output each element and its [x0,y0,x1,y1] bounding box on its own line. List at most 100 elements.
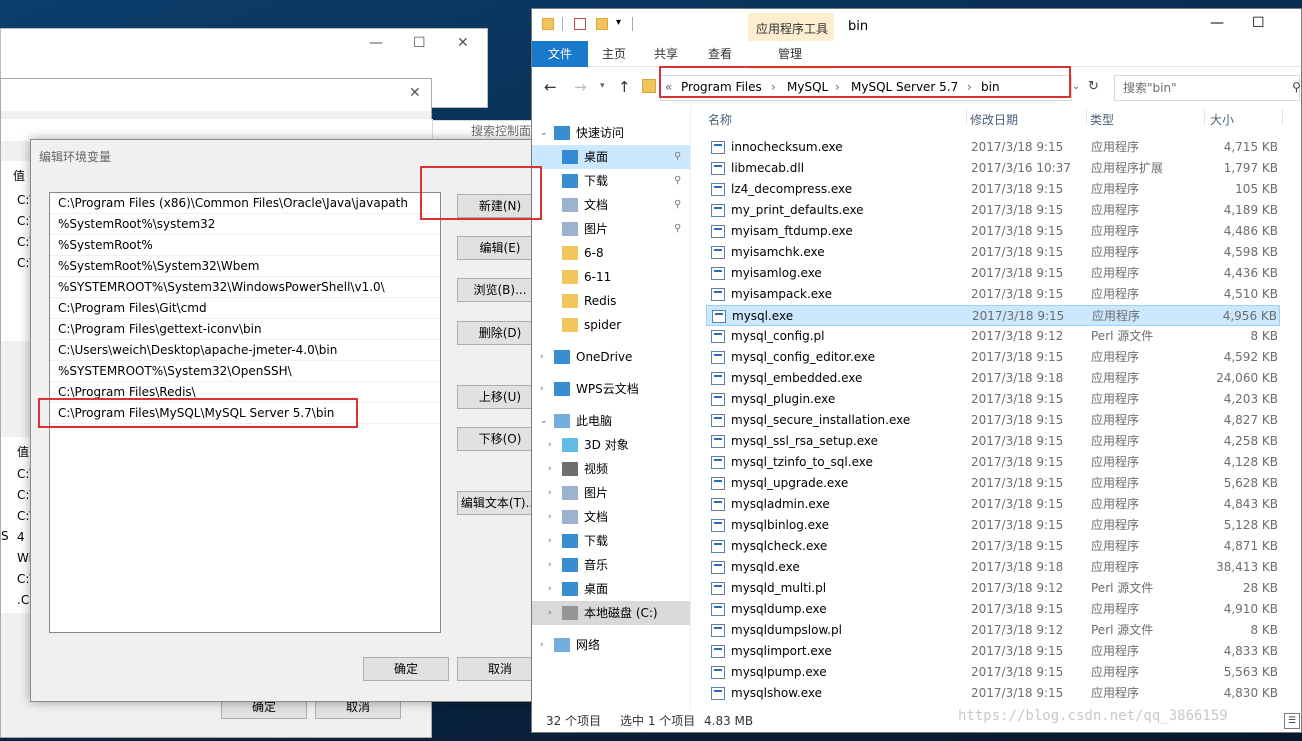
file-row[interactable]: mysql_embedded.exe 2017/3/18 9:18 应用程序 24,0… [706,368,1280,389]
chevron-right-icon[interactable]: › [548,577,552,601]
file-row[interactable]: mysql.exe 2017/3/18 9:15 应用程序 4,956 KB [706,305,1280,326]
file-row[interactable]: myisamchk.exe 2017/3/18 9:15 应用程序 4,598 KB [706,242,1280,263]
path-entry[interactable]: C:\Program Files\Git\cmd [50,298,440,319]
sidebar-item[interactable]: 6-8 [532,241,690,265]
chevron-right-icon[interactable]: › [548,481,552,505]
back-arrow-icon[interactable]: ← [544,78,557,96]
chevron-down-icon[interactable]: ⌄ [1072,81,1080,92]
path-entry[interactable]: %SYSTEMROOT%\System32\WindowsPowerShell\… [50,277,440,298]
chevron-right-icon[interactable]: › [548,433,552,457]
file-row[interactable]: mysql_config.pl 2017/3/18 9:12 Perl 源文件 8 K… [706,326,1280,347]
column-header-name[interactable]: 名称 [708,111,732,128]
file-row[interactable]: mysql_config_editor.exe 2017/3/18 9:15 应用程… [706,347,1280,368]
file-row[interactable]: mysqld.exe 2017/3/18 9:18 应用程序 38,413 KB [706,557,1280,578]
sidebar-item[interactable]: Redis [532,289,690,313]
path-entry[interactable]: C:\Program Files\gettext-iconv\bin [50,319,440,340]
sidebar-item[interactable]: › 本地磁盘 (C:) [532,601,690,625]
tab-view[interactable]: 查看 [708,41,732,67]
tab-share[interactable]: 共享 [654,41,678,67]
path-entry[interactable]: %SYSTEMROOT%\System32\OpenSSH\ [50,361,440,382]
search-icon[interactable]: ⚲ [1292,80,1301,94]
file-row[interactable]: mysqlcheck.exe 2017/3/18 9:15 应用程序 4,871 KB [706,536,1280,557]
sidebar-item[interactable]: › 图片 [532,481,690,505]
refresh-icon[interactable]: ↻ [1088,79,1099,94]
sidebar-item[interactable]: spider [532,313,690,337]
sidebar-item[interactable]: › OneDrive [532,345,690,369]
file-row[interactable]: mysql_secure_installation.exe 2017/3/18 9… [706,410,1280,431]
column-header-date[interactable]: 修改日期 [970,111,1018,128]
sidebar-item[interactable]: ⌄ 此电脑 [532,409,690,433]
chevron-down-icon[interactable]: ⌄ [540,409,548,433]
path-entry[interactable]: %SystemRoot%\system32 [50,214,440,235]
file-row[interactable]: my_print_defaults.exe 2017/3/18 9:15 应用程序 4… [706,200,1280,221]
file-row[interactable]: mysqldump.exe 2017/3/18 9:15 应用程序 4,910 KB [706,599,1280,620]
chevron-down-icon[interactable]: ▾ [616,17,621,28]
file-row[interactable]: mysql_ssl_rsa_setup.exe 2017/3/18 9:15 应用程… [706,431,1280,452]
maximize-icon[interactable]: ☐ [413,35,426,51]
chevron-down-icon[interactable]: ⌄ [540,121,548,145]
chevron-right-icon[interactable]: › [548,457,552,481]
search-input[interactable]: 搜索"bin" [1114,75,1300,101]
sidebar-item[interactable]: › 视频 [532,457,690,481]
minimize-icon[interactable]: — [1210,15,1224,31]
file-row[interactable]: myisamlog.exe 2017/3/18 9:15 应用程序 4,436 KB [706,263,1280,284]
file-size: 4,830 KB [1223,686,1278,700]
sidebar-item[interactable]: › 下载 [532,529,690,553]
sidebar-item[interactable]: › 文档 [532,505,690,529]
ok-button[interactable]: 确定 [363,657,449,681]
file-row[interactable]: innochecksum.exe 2017/3/18 9:15 应用程序 4,715 … [706,137,1280,158]
sidebar-item[interactable]: 桌面 ⚲ [532,145,690,169]
forward-arrow-icon[interactable]: → [574,78,587,96]
sidebar-item[interactable]: › WPS云文档 [532,377,690,401]
close-icon[interactable]: ✕ [457,35,469,51]
sidebar-item[interactable]: 下载 ⚲ [532,169,690,193]
chevron-right-icon[interactable]: › [540,377,544,401]
chevron-right-icon[interactable]: › [548,505,552,529]
sidebar-item[interactable]: › 网络 [532,633,690,657]
minimize-icon[interactable]: — [369,35,383,51]
path-entry[interactable]: %SystemRoot% [50,235,440,256]
file-row[interactable]: mysqlshow.exe 2017/3/18 9:15 应用程序 4,830 KB [706,683,1280,704]
path-entry[interactable]: %SystemRoot%\System32\Wbem [50,256,440,277]
file-row[interactable]: mysqladmin.exe 2017/3/18 9:15 应用程序 4,843 KB [706,494,1280,515]
file-row[interactable]: mysqldumpslow.pl 2017/3/18 9:12 Perl 源文件 8 … [706,620,1280,641]
file-row[interactable]: mysql_plugin.exe 2017/3/18 9:15 应用程序 4,203 … [706,389,1280,410]
properties-icon[interactable] [574,18,586,30]
maximize-icon[interactable]: ☐ [1252,15,1265,31]
file-row[interactable]: libmecab.dll 2017/3/16 10:37 应用程序扩展 1,797 K… [706,158,1280,179]
column-header-size[interactable]: 大小 [1210,111,1234,128]
up-arrow-icon[interactable]: ↑ [618,78,631,96]
file-row[interactable]: myisampack.exe 2017/3/18 9:15 应用程序 4,510 KB [706,284,1280,305]
chevron-down-icon[interactable]: ▾ [600,81,605,91]
cloud-icon [554,382,570,396]
file-row[interactable]: mysqlimport.exe 2017/3/18 9:15 应用程序 4,833 K… [706,641,1280,662]
file-row[interactable]: mysql_tzinfo_to_sql.exe 2017/3/18 9:15 应用程… [706,452,1280,473]
column-header-type[interactable]: 类型 [1090,111,1114,128]
file-row[interactable]: mysqlpump.exe 2017/3/18 9:15 应用程序 5,563 KB [706,662,1280,683]
new-folder-icon[interactable] [596,18,608,30]
file-row[interactable]: mysqlbinlog.exe 2017/3/18 9:15 应用程序 5,128 K… [706,515,1280,536]
path-entry[interactable]: C:\Program Files (x86)\Common Files\Orac… [50,193,440,214]
file-row[interactable]: lz4_decompress.exe 2017/3/18 9:15 应用程序 105 … [706,179,1280,200]
path-entry[interactable]: C:\Users\weich\Desktop\apache-jmeter-4.0… [50,340,440,361]
file-row[interactable]: mysqld_multi.pl 2017/3/18 9:12 Perl 源文件 28 … [706,578,1280,599]
sidebar-item[interactable]: 6-11 [532,265,690,289]
edit-text-button[interactable]: 编辑文本(T)... [457,491,541,515]
chevron-right-icon[interactable]: › [540,345,544,369]
sidebar-item[interactable]: › 桌面 [532,577,690,601]
sidebar-item[interactable]: › 3D 对象 [532,433,690,457]
sidebar-item[interactable]: 文档 ⚲ [532,193,690,217]
tab-manage[interactable]: 管理 [778,41,802,67]
chevron-right-icon[interactable]: › [548,601,552,625]
chevron-right-icon[interactable]: › [548,553,552,577]
sidebar-item[interactable]: › 音乐 [532,553,690,577]
close-icon[interactable]: ✕ [409,85,421,101]
chevron-right-icon[interactable]: › [540,633,544,657]
file-row[interactable]: mysql_upgrade.exe 2017/3/18 9:15 应用程序 5,628… [706,473,1280,494]
sidebar-item[interactable]: ⌄ 快速访问 [532,121,690,145]
file-row[interactable]: myisam_ftdump.exe 2017/3/18 9:15 应用程序 4,486… [706,221,1280,242]
chevron-right-icon[interactable]: › [548,529,552,553]
tab-home[interactable]: 主页 [602,41,626,67]
tab-file[interactable]: 文件 [532,41,588,67]
sidebar-item[interactable]: 图片 ⚲ [532,217,690,241]
